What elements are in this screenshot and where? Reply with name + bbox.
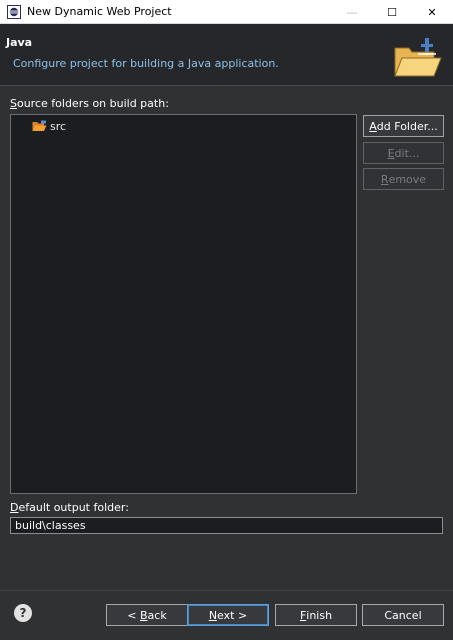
help-icon[interactable]: ? bbox=[14, 604, 32, 622]
edit-button[interactable]: Edit... bbox=[363, 142, 444, 164]
maximize-button[interactable]: ☐ bbox=[374, 0, 410, 24]
eclipse-app-icon bbox=[7, 5, 21, 19]
minimize-icon: — bbox=[346, 5, 358, 19]
close-icon: ✕ bbox=[427, 5, 437, 19]
close-button[interactable]: ✕ bbox=[414, 0, 450, 24]
remove-button[interactable]: Remove bbox=[363, 168, 444, 190]
finish-button[interactable]: Finish bbox=[275, 604, 357, 626]
add-folder-button[interactable]: Add Folder... bbox=[363, 115, 444, 137]
minimize-button[interactable]: — bbox=[334, 0, 370, 24]
title-bar: New Dynamic Web Project — ☐ ✕ bbox=[0, 0, 453, 24]
cancel-button[interactable]: Cancel bbox=[362, 604, 444, 626]
tree-item-src[interactable]: src bbox=[32, 118, 66, 134]
back-button[interactable]: < Back bbox=[106, 604, 188, 626]
footer-divider bbox=[0, 590, 453, 591]
page-description: Configure project for building a Java ap… bbox=[13, 57, 279, 70]
source-folder-icon bbox=[32, 120, 47, 131]
page-title: Java bbox=[6, 36, 33, 49]
output-folder-input[interactable]: build\classes bbox=[10, 517, 443, 534]
wizard-banner: Java Configure project for building a Ja… bbox=[0, 24, 453, 86]
maximize-icon: ☐ bbox=[387, 5, 397, 19]
default-output-folder-label: Default output folder: bbox=[10, 501, 129, 514]
next-button[interactable]: Next > bbox=[187, 604, 269, 626]
source-folders-label: Source folders on build path: bbox=[10, 97, 169, 110]
java-folder-icon bbox=[394, 38, 442, 77]
window-title: New Dynamic Web Project bbox=[27, 5, 172, 18]
source-folder-tree[interactable]: src bbox=[10, 114, 357, 494]
tree-item-label: src bbox=[50, 119, 67, 133]
